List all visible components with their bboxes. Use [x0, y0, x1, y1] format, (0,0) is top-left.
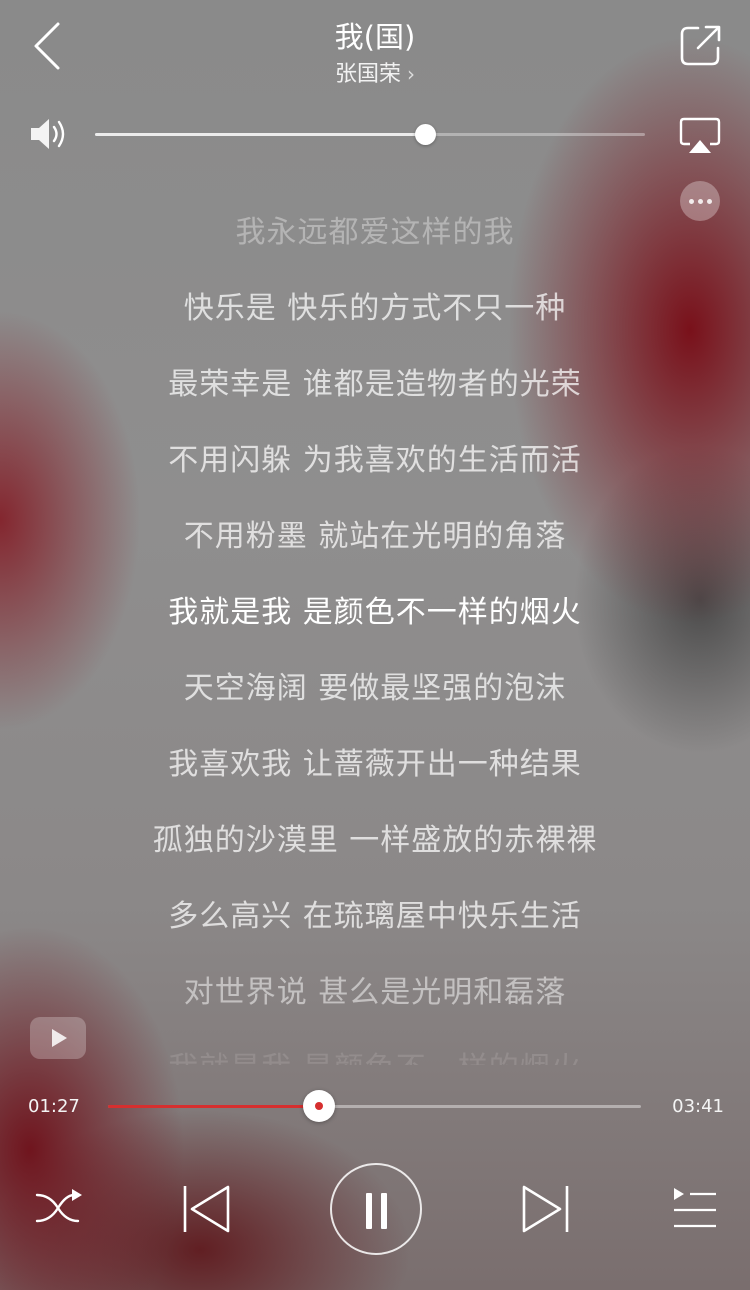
volume-fill	[95, 133, 425, 136]
share-icon	[680, 25, 721, 66]
lyric-line: 不用闪躲 为我喜欢的生活而活	[168, 443, 582, 478]
volume-button[interactable]	[28, 116, 70, 152]
lyric-line: 不用粉墨 就站在光明的角落	[183, 519, 567, 554]
previous-button[interactable]	[180, 1183, 234, 1235]
playlist-icon	[674, 1188, 716, 1228]
current-time: 01:27	[28, 1096, 80, 1117]
lyric-line: 多么高兴 在琉璃屋中快乐生活	[168, 899, 582, 934]
playlist-button[interactable]	[670, 1185, 718, 1231]
volume-slider-thumb[interactable]	[415, 124, 436, 145]
share-button[interactable]	[678, 22, 724, 68]
pause-button[interactable]	[330, 1163, 422, 1255]
total-duration: 03:41	[672, 1096, 724, 1117]
progress-fill	[108, 1105, 319, 1108]
skip-next-icon	[522, 1185, 569, 1233]
lyric-line: 我永远都爱这样的我	[235, 215, 515, 250]
lyric-line: 我就是我 是颜色不一样的烟火	[0, 1043, 750, 1065]
lyric-line: 快乐是 快乐的方式不只一种	[183, 291, 567, 326]
lyric-line: 天空海阔 要做最坚强的泡沫	[183, 671, 567, 706]
video-button[interactable]	[30, 1017, 86, 1059]
lyric-line: 对世界说 甚么是光明和磊落	[183, 975, 567, 1010]
progress-bar[interactable]	[108, 1090, 641, 1122]
airplay-icon	[679, 117, 721, 153]
video-play-icon	[52, 1029, 67, 1047]
shuffle-icon	[35, 1189, 82, 1223]
next-button[interactable]	[518, 1183, 572, 1235]
chevron-right-icon: ›	[407, 62, 415, 86]
song-title: 我(国)	[334, 20, 416, 54]
skip-previous-icon	[183, 1185, 230, 1233]
lyric-line: 孤独的沙漠里 一样盛放的赤裸裸	[152, 823, 598, 858]
volume-slider[interactable]	[95, 124, 645, 145]
progress-thumb[interactable]	[302, 1090, 335, 1122]
shuffle-button[interactable]	[34, 1185, 84, 1231]
artist-name: 张国荣	[334, 62, 401, 87]
lyric-line: 我喜欢我 让蔷薇开出一种结果	[168, 747, 582, 782]
speaker-icon	[31, 119, 65, 149]
lyrics-panel[interactable]: 我永远都爱这样的我快乐是 快乐的方式不只一种 最荣幸是 谁都是造物者的光荣 不用闪躲…	[0, 205, 750, 1065]
lyric-line: 最荣幸是 谁都是造物者的光荣	[168, 367, 582, 402]
airplay-button[interactable]	[678, 116, 722, 156]
now-playing-screen: 我(国) 张国荣 › 我永远都爱这样的我 快乐是 快乐的方式不只一种 最荣幸是 …	[0, 0, 750, 1290]
lyric-line-current: 我就是我 是颜色不一样的烟火	[168, 595, 582, 630]
artist-link[interactable]: 张国荣 ›	[0, 56, 750, 88]
